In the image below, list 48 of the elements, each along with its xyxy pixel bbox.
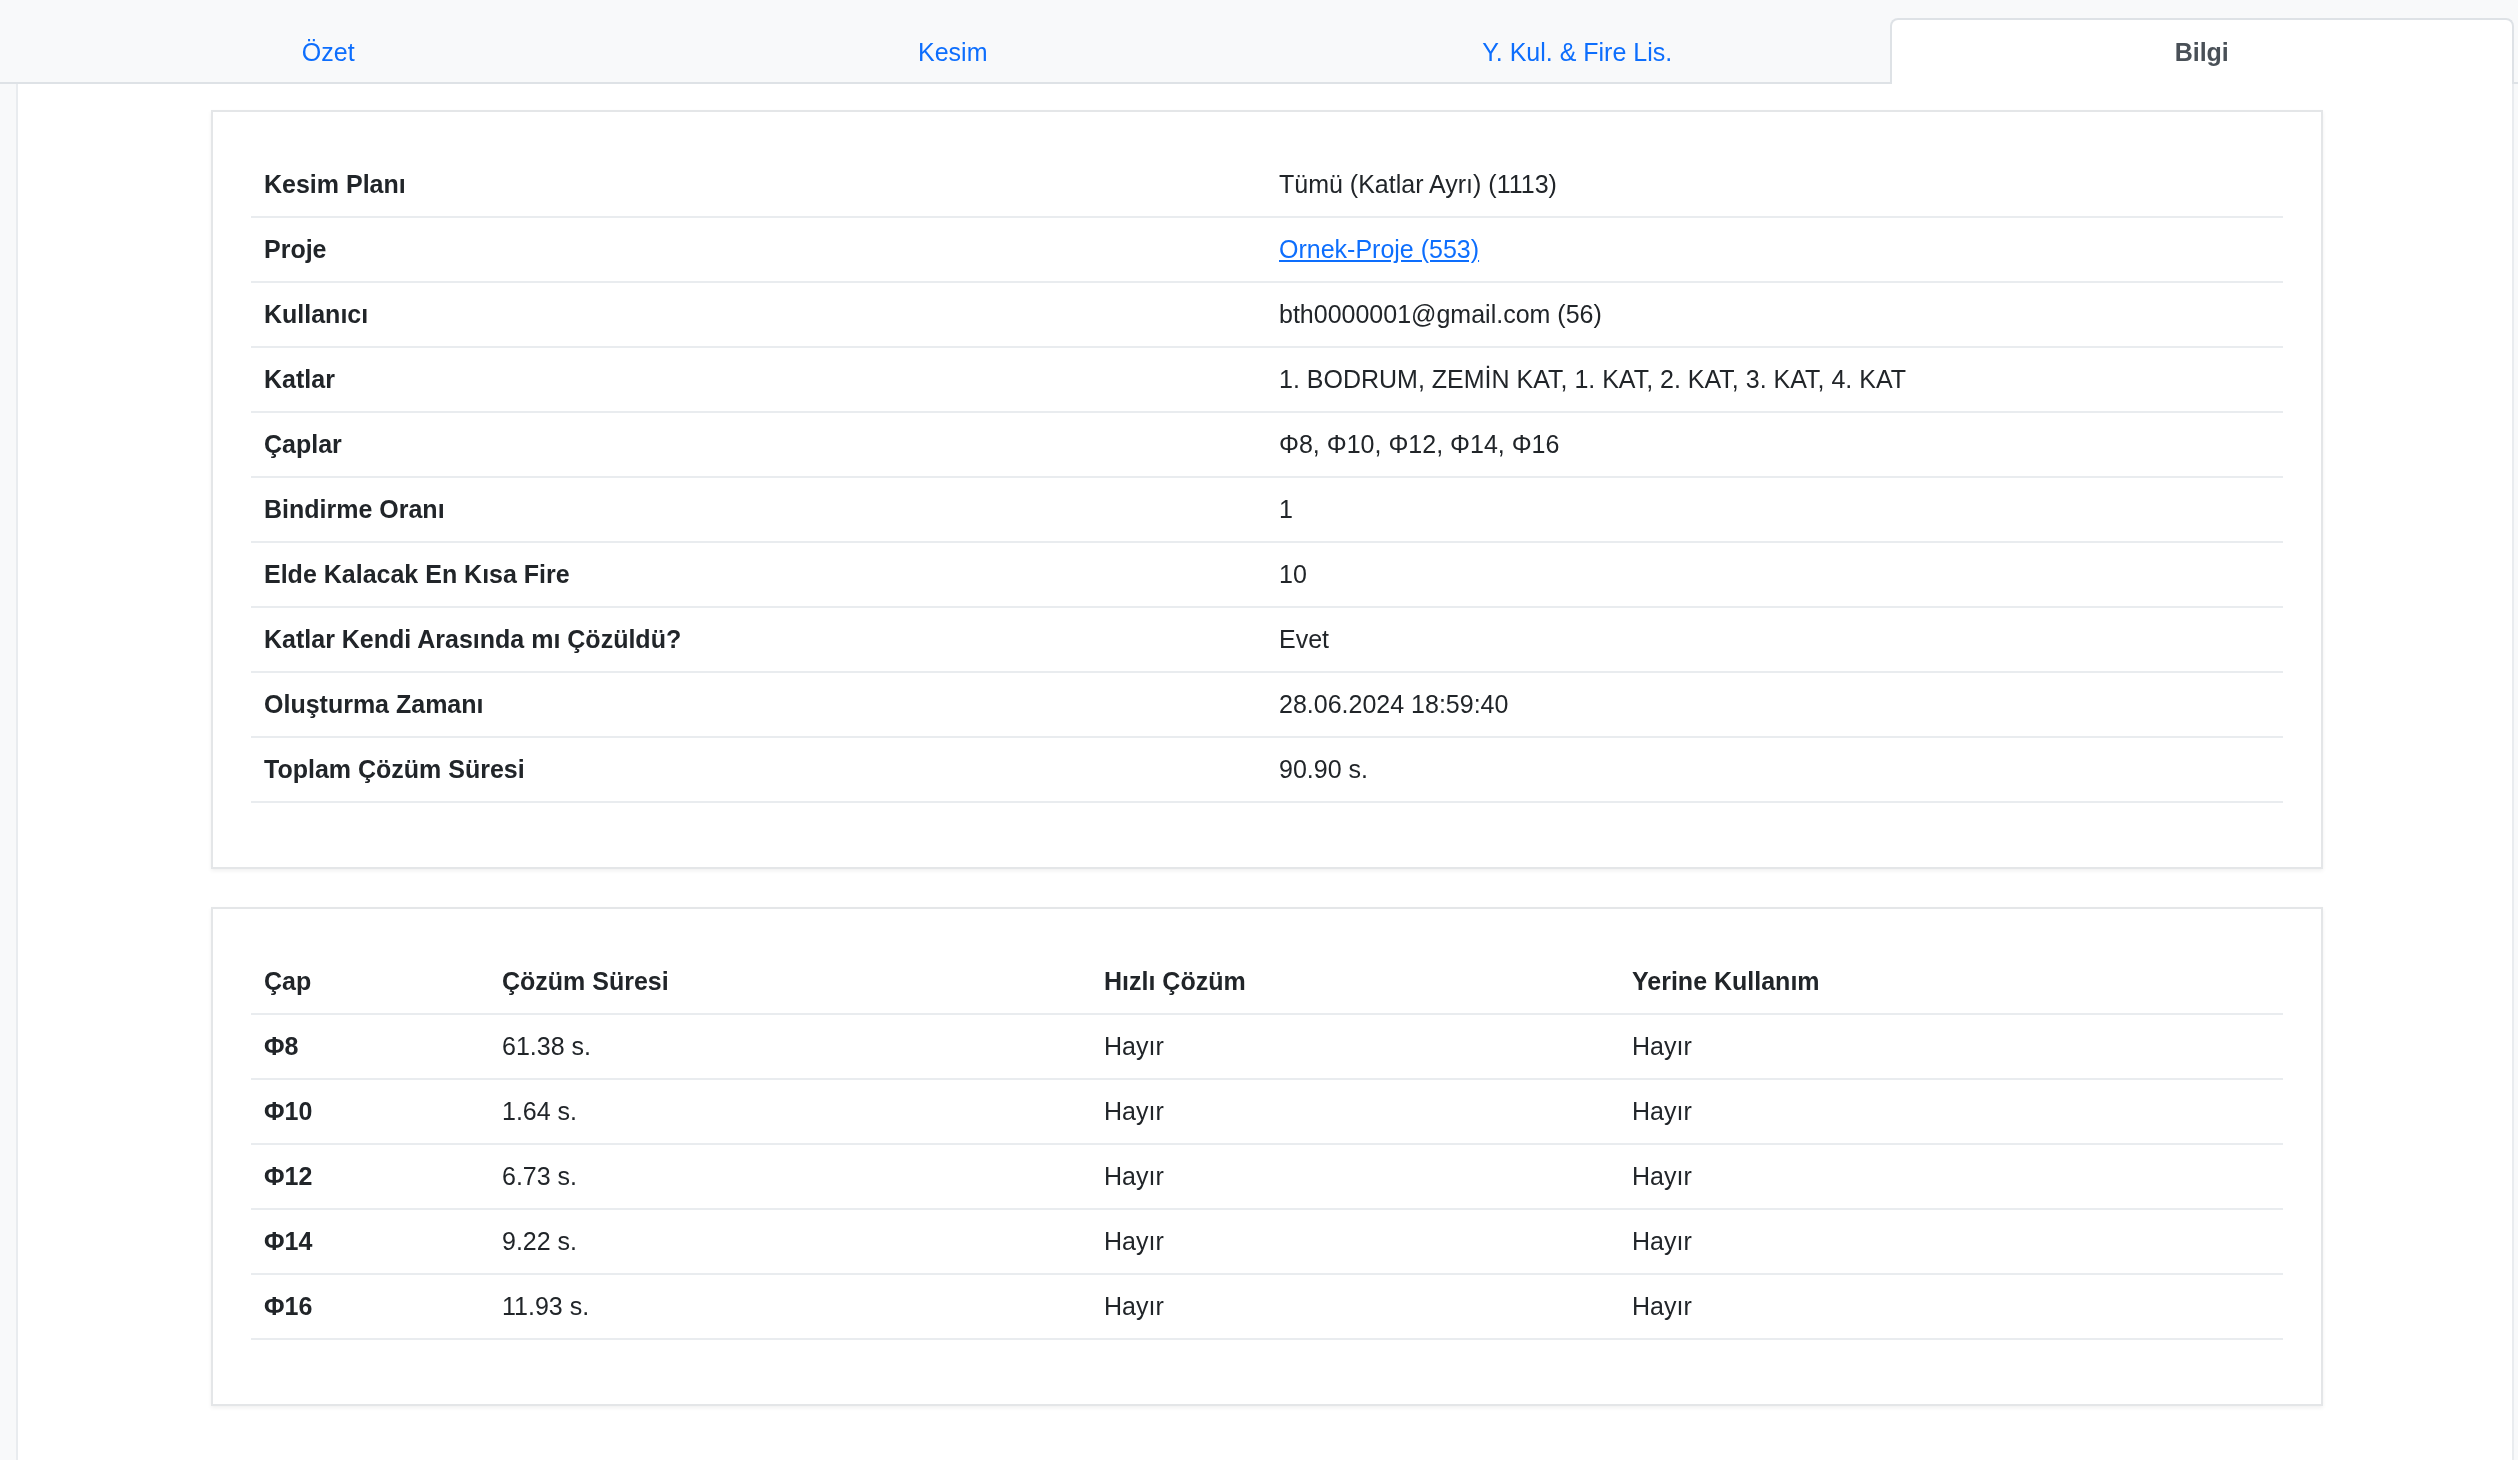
table-cell: Hayır (1091, 1079, 1619, 1144)
row-value: 10 (1266, 542, 2283, 607)
table-cell: 6.73 s. (489, 1144, 1091, 1209)
table-cell: Hayır (1091, 1209, 1619, 1274)
row-value: 90.90 s. (1266, 737, 2283, 802)
row-label: Kesim Planı (251, 152, 1266, 217)
table-cell: Hayır (1091, 1274, 1619, 1339)
table-cell: Φ14 (251, 1209, 489, 1274)
tab[interactable]: Kesim (640, 18, 1265, 84)
row-label: Kullanıcı (251, 282, 1266, 347)
column-header: Hızlı Çözüm (1091, 949, 1619, 1014)
row-value: 1. BODRUM, ZEMİN KAT, 1. KAT, 2. KAT, 3. KAT, 4. KAT (1266, 347, 2283, 412)
table-cell: Φ10 (251, 1079, 489, 1144)
table-cell: Φ12 (251, 1144, 489, 1209)
table-cell: Hayır (1619, 1209, 2283, 1274)
table-cell: 1.64 s. (489, 1079, 1091, 1144)
table-cell: 11.93 s. (489, 1274, 1091, 1339)
table-cell: Hayır (1091, 1014, 1619, 1079)
tab[interactable]: Bilgi (1889, 18, 2514, 84)
table-cell: Hayır (1619, 1274, 2283, 1339)
column-header: Çözüm Süresi (489, 949, 1091, 1014)
row-label: Katlar Kendi Arasında mı Çözüldü? (251, 607, 1266, 672)
table-cell: Hayır (1619, 1079, 2283, 1144)
tab[interactable]: Y. Kul. & Fire Lis. (1265, 18, 1890, 84)
project-link[interactable]: Ornek-Proje (553) (1279, 235, 1480, 263)
table-cell: 61.38 s. (489, 1014, 1091, 1079)
row-label: Oluşturma Zamanı (251, 672, 1266, 737)
row-value: 28.06.2024 18:59:40 (1266, 672, 2283, 737)
table-cell: Φ8 (251, 1014, 489, 1079)
table-cell: Hayır (1091, 1144, 1619, 1209)
table-cell: 9.22 s. (489, 1209, 1091, 1274)
row-value: Tümü (Katlar Ayrı) (1113) (1266, 152, 2283, 217)
row-label: Çaplar (251, 412, 1266, 477)
row-label: Katlar (251, 347, 1266, 412)
row-value: Φ8, Φ10, Φ12, Φ14, Φ16 (1266, 412, 2283, 477)
row-label: Toplam Çözüm Süresi (251, 737, 1266, 802)
row-label: Proje (251, 217, 1266, 282)
column-header: Çap (251, 949, 489, 1014)
column-header: Yerine Kullanım (1619, 949, 2283, 1014)
row-value: 1 (1266, 477, 2283, 542)
row-value: Evet (1266, 607, 2283, 672)
table-cell: Hayır (1619, 1144, 2283, 1209)
row-label: Bindirme Oranı (251, 477, 1266, 542)
row-label: Elde Kalacak En Kısa Fire (251, 542, 1266, 607)
table-cell: Φ16 (251, 1274, 489, 1339)
tab[interactable]: Özet (16, 18, 641, 84)
table-cell: Hayır (1619, 1014, 2283, 1079)
row-value: bth0000001@gmail.com (56) (1266, 282, 2283, 347)
